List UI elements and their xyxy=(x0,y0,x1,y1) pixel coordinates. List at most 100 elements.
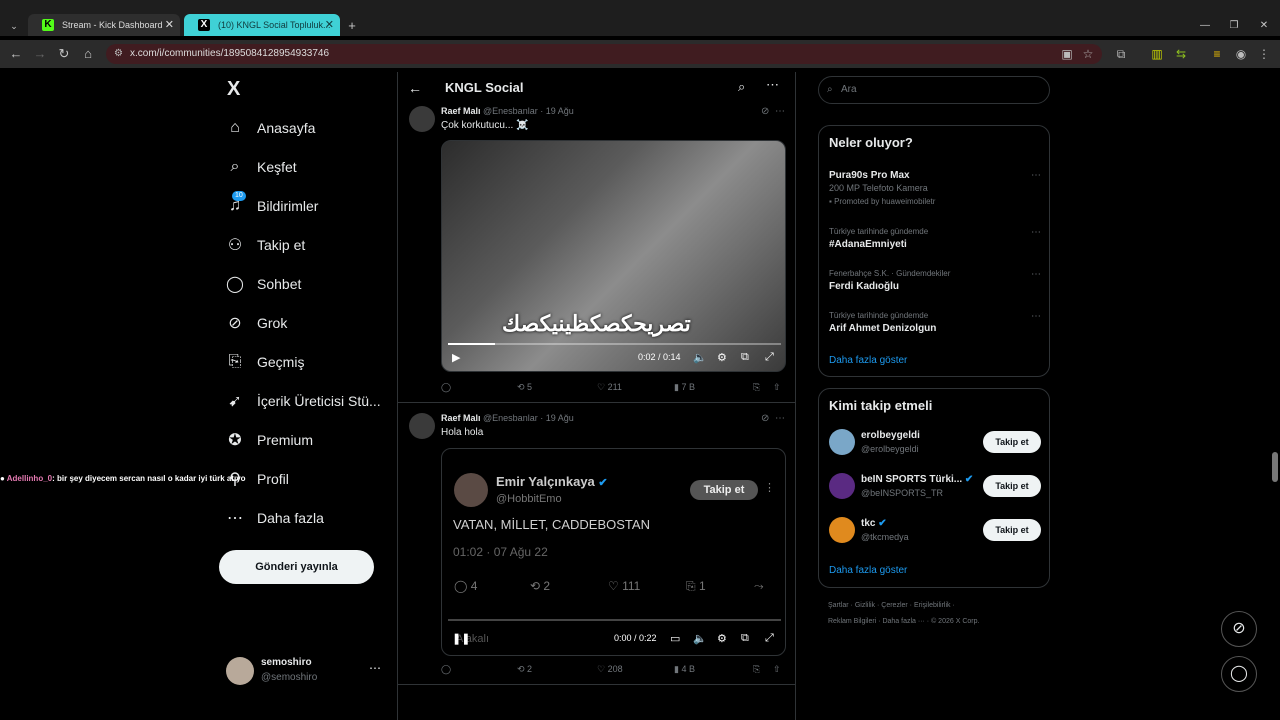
follow-suggestion[interactable]: tkc ✔ @tkcmedya Takip et xyxy=(829,517,1041,547)
reload-icon[interactable]: ↻ xyxy=(56,46,72,62)
tab-kngl-social[interactable]: X (10) KNGL Social Topluluk... ✕ xyxy=(184,14,340,36)
footer-links[interactable]: Reklam Bilgileri · Daha fazla ··· · © 20… xyxy=(828,618,979,625)
pip-icon[interactable]: ⧉ xyxy=(741,351,749,364)
trend-item[interactable]: Türkiye tarihinde gündemde #AdanaEmniyet… xyxy=(829,227,1041,250)
post-button[interactable]: Gönderi yayınla xyxy=(219,550,374,584)
captions-icon[interactable]: ▭ xyxy=(670,632,680,645)
avatar[interactable] xyxy=(409,106,435,132)
volume-icon[interactable]: 🔈 xyxy=(693,351,707,364)
more-icon[interactable]: ⋯ xyxy=(1031,269,1041,280)
nav-explore[interactable]: ⌕ Keşfet xyxy=(220,152,297,182)
minimize-icon[interactable]: — xyxy=(1197,18,1213,34)
nav-notifications[interactable]: ♫ 10 Bildirimler xyxy=(220,191,318,221)
back-arrow-icon[interactable]: ← xyxy=(408,80,422,96)
site-info-icon[interactable]: ⚙ xyxy=(114,44,123,64)
grok-icon[interactable]: ⊘ xyxy=(761,413,769,424)
trend-item[interactable]: Türkiye tarihinde gündemde Arif Ahmet De… xyxy=(829,311,1041,334)
messages-fab-icon[interactable]: ◯ xyxy=(1221,656,1257,692)
new-tab-icon[interactable]: + xyxy=(344,18,360,34)
reply-button[interactable]: ◯ xyxy=(441,382,451,393)
nav-follow[interactable]: ⚇ Takip et xyxy=(220,230,305,260)
trend-item[interactable]: Pura90s Pro Max 200 MP Telefoto Kamera ▪… xyxy=(829,170,1041,206)
show-more-link[interactable]: Daha fazla göster xyxy=(829,355,907,366)
pip-icon[interactable]: ⧉ xyxy=(741,632,749,645)
tweet[interactable]: Raef Malı @Enesbanlar · 19 Ağu ⊘ ⋯ Hola … xyxy=(398,413,795,443)
retweet-button[interactable]: ⟲ 2 xyxy=(517,664,532,675)
close-tab-icon[interactable]: ✕ xyxy=(325,14,334,36)
home-icon[interactable]: ⌂ xyxy=(80,46,96,62)
forward-icon[interactable]: → xyxy=(32,46,48,62)
follow-button[interactable]: Takip et xyxy=(983,519,1041,541)
follow-suggestion[interactable]: beIN SPORTS Türki... ✔ @beINSPORTS_TR Ta… xyxy=(829,473,1041,503)
more-icon[interactable]: ⋯ xyxy=(775,413,785,424)
nav-creator-studio[interactable]: ➹ İçerik Üreticisi Stü... xyxy=(220,386,380,416)
maximize-icon[interactable]: ❐ xyxy=(1226,18,1242,34)
show-more-link[interactable]: Daha fazla göster xyxy=(829,565,907,576)
profile-avatar-icon[interactable]: ◉ xyxy=(1234,47,1248,61)
nav-premium[interactable]: ✪ Premium xyxy=(220,425,313,455)
scrollbar[interactable] xyxy=(1272,452,1278,482)
views-button[interactable]: ▮ 7 B xyxy=(674,382,695,393)
bookmark-icon[interactable]: ⎘ xyxy=(753,664,760,675)
more-icon[interactable]: ⋯ xyxy=(1031,311,1041,322)
grok-icon[interactable]: ⊘ xyxy=(761,106,769,117)
cast-icon[interactable]: ▣ xyxy=(1060,47,1074,61)
tab-search-icon[interactable]: ⌄ xyxy=(6,18,22,34)
trend-item[interactable]: Fenerbahçe S.K. · Gündemdekiler Ferdi Ka… xyxy=(829,269,1041,292)
extensions-icon[interactable]: ⧉ xyxy=(1114,47,1128,61)
tweet-video[interactable]: تصريحکصکظینیکصك ▶ 0:02 / 0:14 🔈 ⚙ ⧉ ⤢ xyxy=(441,140,786,372)
quoted-video[interactable]: Emir Yalçınkaya ✔ @HobbitEmo Takip et ⋮ … xyxy=(441,448,786,656)
nav-grok[interactable]: ⊘ Grok xyxy=(220,308,287,338)
settings-icon[interactable]: ⚙ xyxy=(717,351,727,364)
close-tab-icon[interactable]: ✕ xyxy=(165,14,174,36)
back-icon[interactable]: ← xyxy=(8,46,24,62)
follow-button[interactable]: Takip et xyxy=(983,431,1041,453)
follow-suggestion[interactable]: erolbeygeldi @erolbeygeldi Takip et xyxy=(829,429,1041,459)
search-icon[interactable]: ⌕ xyxy=(738,79,745,95)
volume-icon[interactable]: 🔈 xyxy=(693,632,707,645)
account-menu-icon[interactable]: ⋯ xyxy=(369,661,381,675)
author-name[interactable]: Raef Malı xyxy=(441,106,481,116)
follow-button[interactable]: Takip et xyxy=(983,475,1041,497)
bookmark-icon[interactable]: ⎘ xyxy=(753,382,760,393)
extension-trash-icon[interactable]: ▥ xyxy=(1150,47,1164,61)
fullscreen-icon[interactable]: ⤢ xyxy=(765,351,774,364)
nav-more[interactable]: ⋯ Daha fazla xyxy=(220,503,324,533)
like-button[interactable]: ♡ 208 xyxy=(597,664,623,675)
author-name[interactable]: Raef Malı xyxy=(441,413,481,423)
author-handle[interactable]: @Enesbanlar xyxy=(483,413,538,423)
retweet-button[interactable]: ⟲ 5 xyxy=(517,382,532,393)
community-header: ← KNGL Social ⌕ ⋯ xyxy=(398,72,795,104)
share-icon[interactable]: ⇧ xyxy=(773,382,781,393)
nav-home[interactable]: ⌂ Anasayfa xyxy=(220,113,315,143)
author-handle[interactable]: @Enesbanlar xyxy=(483,106,538,116)
extension-translate-icon[interactable]: ⇆ xyxy=(1174,47,1188,61)
nav-history[interactable]: ⎘ Geçmiş xyxy=(220,347,305,377)
bookmark-star-icon[interactable]: ☆ xyxy=(1081,47,1095,61)
account-switcher[interactable]: semoshiro @semoshiro ⋯ xyxy=(226,655,386,689)
grok-fab-icon[interactable]: ⊘ xyxy=(1221,611,1257,647)
settings-icon[interactable]: ⚙ xyxy=(717,632,727,645)
play-icon[interactable]: ▶ xyxy=(452,351,460,364)
share-icon[interactable]: ⇧ xyxy=(773,664,781,675)
address-bar[interactable]: ⚙ x.com/i/communities/189508412895493374… xyxy=(106,44,1102,64)
pause-icon[interactable]: ❚❚ xyxy=(452,632,470,645)
like-button[interactable]: ♡ 211 xyxy=(597,382,622,393)
footer-links[interactable]: Şartlar · Gizlilik · Çerezler · Erişileb… xyxy=(828,602,955,609)
more-icon[interactable]: ⋯ xyxy=(766,77,779,93)
search-input[interactable]: ⌕ Ara xyxy=(818,76,1050,104)
reply-button[interactable]: ◯ xyxy=(441,664,451,675)
views-button[interactable]: ▮ 4 B xyxy=(674,664,695,675)
more-icon[interactable]: ⋯ xyxy=(775,106,785,117)
fullscreen-icon[interactable]: ⤢ xyxy=(765,632,774,645)
media-controls-icon[interactable]: ≡ xyxy=(1210,47,1224,61)
window-close-icon[interactable]: ✕ xyxy=(1256,18,1272,34)
tab-kick-dashboard[interactable]: K Stream - Kick Dashboard ✕ xyxy=(28,14,180,36)
chrome-menu-icon[interactable]: ⋮ xyxy=(1257,47,1271,61)
tweet-tools: ⊘ ⋯ xyxy=(761,413,785,424)
avatar[interactable] xyxy=(409,413,435,439)
nav-chat[interactable]: ◯ Sohbet xyxy=(220,269,301,299)
more-icon[interactable]: ⋯ xyxy=(1031,227,1041,238)
video-progress[interactable] xyxy=(448,619,781,621)
more-icon[interactable]: ⋯ xyxy=(1031,170,1041,181)
